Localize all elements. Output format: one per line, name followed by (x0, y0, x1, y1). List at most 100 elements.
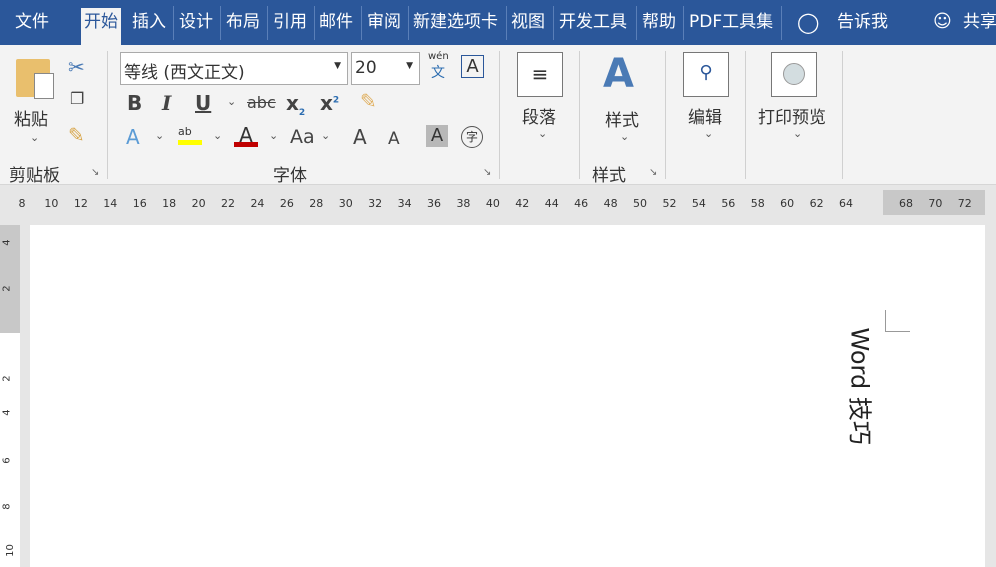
vruler-number: 10 (4, 544, 16, 557)
ruler-number: 58 (750, 197, 765, 210)
ruler-number: 40 (485, 197, 500, 210)
ruler-number: 16 (132, 197, 147, 210)
styles-icon[interactable]: A (603, 51, 634, 97)
paste-icon[interactable] (16, 59, 54, 99)
ruler-number: 68 (899, 197, 913, 210)
ruler-number: 26 (279, 197, 294, 210)
font-color-icon[interactable]: A (234, 123, 258, 147)
share-person-icon[interactable]: ☺ (933, 8, 952, 45)
paragraph-icon[interactable]: ≡ (517, 52, 563, 97)
ruler-number: 14 (103, 197, 118, 210)
vruler-number: 4 (1, 239, 13, 246)
character-shading-button[interactable]: A (426, 125, 448, 147)
font-launcher-icon[interactable]: ↘ (483, 167, 491, 178)
tab-developer[interactable]: 开发工具 (559, 8, 627, 45)
tab-view[interactable]: 视图 (511, 8, 545, 45)
editing-button[interactable]: 编辑 (688, 103, 722, 128)
font-name-value: 等线 (西文正文) (124, 63, 245, 83)
ruler-number: 34 (397, 197, 412, 210)
clear-formatting-icon[interactable]: ✎ (360, 89, 377, 113)
grow-font-button[interactable]: A (353, 125, 367, 149)
vruler-number: 8 (1, 503, 13, 510)
styles-launcher-icon[interactable]: ↘ (649, 167, 657, 178)
styles-group-label: 样式 (592, 166, 626, 186)
tab-insert[interactable]: 插入 (132, 8, 166, 45)
shrink-font-button[interactable]: A (388, 129, 400, 149)
ruler-number: 32 (368, 197, 383, 210)
vertical-ruler[interactable]: 4 2 2 4 6 8 10 (0, 225, 20, 567)
ruler-number: 18 (162, 197, 177, 210)
styles-button[interactable]: 样式 (605, 106, 639, 131)
bold-button[interactable]: B (127, 91, 142, 115)
clipboard-launcher-icon[interactable]: ↘ (91, 167, 99, 178)
ruler-number: 28 (309, 197, 324, 210)
tab-mailings[interactable]: 邮件 (319, 8, 353, 45)
search-icon[interactable]: ⚲ (683, 52, 729, 97)
ruler-number: 30 (338, 197, 353, 210)
tab-help[interactable]: 帮助 (642, 8, 676, 45)
change-case-button[interactable]: Aa (290, 126, 315, 148)
share-button[interactable]: 共享 (963, 8, 996, 45)
strikethrough-button[interactable]: abc (247, 93, 276, 112)
print-preview-icon[interactable] (771, 52, 817, 97)
vruler-number: 2 (1, 285, 13, 292)
character-border-button[interactable]: A (461, 55, 484, 78)
ribbon-tab-bar: 文件 开始 插入 设计 布局 引用 邮件 审阅 新建选项卡 视图 开发工具 帮助… (0, 0, 996, 45)
ruler-number: 72 (957, 197, 972, 210)
ruler-number: 48 (603, 197, 618, 210)
highlight-icon[interactable]: ab (178, 125, 202, 145)
ruler-number: 10 (44, 197, 59, 210)
tab-references[interactable]: 引用 (273, 8, 307, 45)
font-group-label: 字体 (273, 166, 307, 186)
ribbon: 粘贴 ⌄ ✂ ❐ ✎ 剪贴板 ↘ 等线 (西文正文) ▼ 20 ▼ wén 文 A… (0, 45, 996, 186)
tab-home[interactable]: 开始 (81, 8, 121, 45)
ruler-number: 64 (839, 197, 854, 210)
subscript-label: x (286, 91, 299, 115)
print-preview-button[interactable]: 打印预览 (758, 103, 826, 128)
vruler-number: 6 (1, 457, 13, 464)
format-painter-icon[interactable]: ✎ (68, 123, 85, 147)
ruler-number: 36 (427, 197, 442, 210)
text-effects-icon[interactable]: A (126, 125, 140, 149)
margin-corner-mark (885, 310, 910, 332)
italic-button[interactable]: I (162, 91, 171, 115)
font-size-select[interactable]: 20 ▼ (351, 52, 420, 85)
tab-pdf-tools[interactable]: PDF工具集 (689, 8, 773, 45)
ruler-number: 62 (809, 197, 824, 210)
superscript-button[interactable]: x2 (320, 91, 339, 115)
ruler-number: 52 (662, 197, 677, 210)
tell-me-search[interactable]: 告诉我 (837, 8, 888, 45)
lightbulb-icon[interactable]: ◯ (797, 8, 819, 45)
clipboard-group-label: 剪贴板 (9, 166, 60, 186)
chevron-down-icon: ▼ (406, 61, 413, 71)
tab-review[interactable]: 审阅 (367, 8, 401, 45)
ruler-number: 60 (780, 197, 795, 210)
ruler-number: 20 (191, 197, 206, 210)
paste-button[interactable]: 粘贴 (14, 105, 48, 130)
font-size-value: 20 (355, 58, 377, 78)
ruler-number: 46 (574, 197, 589, 210)
tab-file[interactable]: 文件 (15, 8, 49, 45)
tab-design[interactable]: 设计 (179, 8, 213, 45)
copy-icon[interactable]: ❐ (70, 89, 84, 108)
ruler-number: 38 (456, 197, 471, 210)
underline-button[interactable]: U (195, 91, 211, 115)
font-name-select[interactable]: 等线 (西文正文) ▼ (120, 52, 348, 85)
paragraph-button[interactable]: 段落 (522, 103, 556, 128)
phonetic-guide-button[interactable]: wén 文 (428, 51, 449, 82)
chevron-down-icon: ▼ (334, 61, 341, 71)
tab-layout[interactable]: 布局 (226, 8, 260, 45)
cut-icon[interactable]: ✂ (68, 55, 85, 79)
ruler-number: 50 (633, 197, 648, 210)
subscript-button[interactable]: x2 (286, 91, 305, 118)
enclose-characters-button[interactable]: 字 (461, 126, 483, 148)
ruler-number: 8 (18, 197, 26, 210)
document-page[interactable]: Word 技巧 (30, 225, 985, 567)
vertical-document-text[interactable]: Word 技巧 (845, 328, 880, 468)
phonetic-top: wén (428, 51, 449, 62)
ruler-number: 42 (515, 197, 530, 210)
ruler-number: 56 (721, 197, 736, 210)
superscript-label: x (320, 91, 333, 115)
tab-new-tab[interactable]: 新建选项卡 (413, 8, 498, 45)
horizontal-ruler[interactable]: 8 10 12 14 16 18 20 22 24 26 28 30 32 34 36 38 40 42 44 46 4… (0, 190, 996, 215)
